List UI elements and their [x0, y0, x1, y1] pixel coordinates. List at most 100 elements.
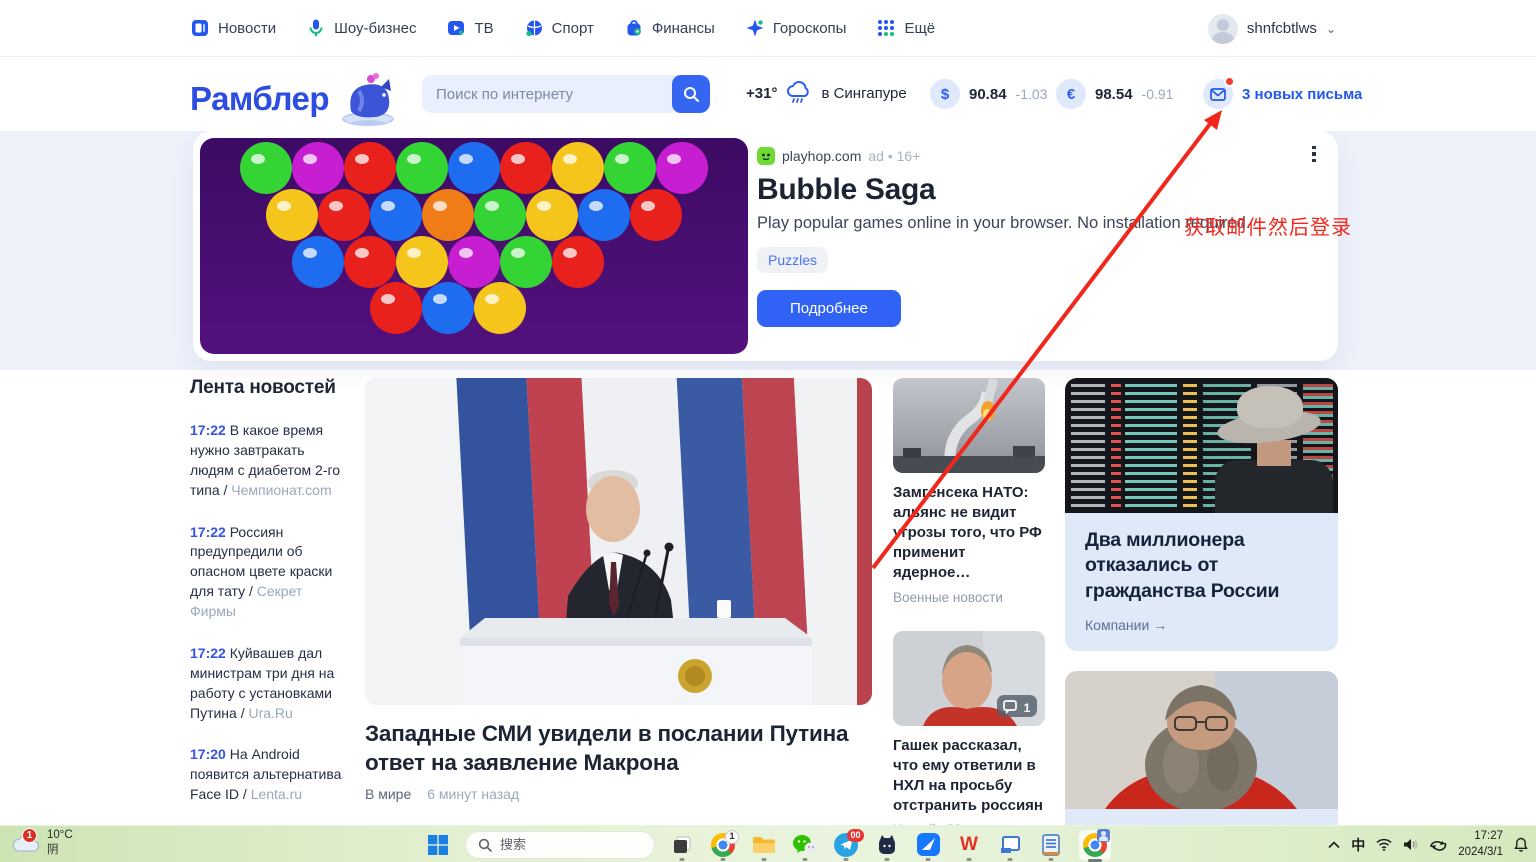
feed-item-source: Lenta.ru [251, 786, 302, 802]
sport-ball-icon [524, 18, 544, 38]
news-feed-column: Лента новостей 17:22 В какое время нужно… [190, 377, 353, 825]
wifi-icon [1376, 838, 1392, 851]
chrome-taskbar-icon[interactable]: 1 [709, 830, 737, 860]
ime-indicator[interactable]: 中 [1351, 835, 1365, 855]
nato-news-image[interactable] [893, 378, 1045, 473]
file-explorer-icon[interactable] [750, 830, 778, 860]
user-avatar [1208, 14, 1238, 44]
chevron-up-icon [1328, 841, 1340, 849]
ad-title[interactable]: Bubble Saga [757, 173, 1297, 207]
user-name: shnfcbtlws [1247, 20, 1317, 37]
hockey-news-image[interactable]: 1 [893, 631, 1045, 726]
usd-rate[interactable]: $ 90.84 -1.03 [930, 79, 1047, 109]
departure-board-image [1065, 378, 1338, 513]
telegram-taskbar-icon[interactable]: 00 [832, 830, 860, 860]
svg-text:1: 1 [1024, 701, 1031, 715]
chrome-badge: 1 [725, 830, 739, 844]
clock-time: 17:27 [1474, 830, 1503, 842]
taskbar-weather-condition: 阴 [47, 844, 59, 856]
playhop-favicon [757, 147, 775, 165]
envelope-icon [1210, 88, 1226, 101]
nav-item-news[interactable]: Новости [190, 18, 276, 38]
rambler-logo[interactable]: Рамблер [190, 71, 401, 127]
comments-badge: 1 [997, 695, 1037, 717]
start-button[interactable] [424, 830, 452, 860]
horoscope-star-icon [745, 18, 765, 38]
device-sync-tray-icon[interactable] [1429, 838, 1447, 852]
feed-item[interactable]: 17:22 Россиян предупредили об опасном цв… [190, 523, 352, 622]
ad-section: playhop.com ad • 16+ Bubble Saga Play po… [0, 131, 1536, 370]
taskbar-app-icons: 1 00 [424, 826, 1112, 862]
wps-w-icon: W [960, 834, 978, 856]
taskbar-search-input[interactable] [500, 837, 620, 852]
search-input[interactable] [422, 86, 672, 103]
wps-office-icon[interactable]: W [955, 830, 983, 860]
tray-expand-button[interactable] [1328, 841, 1340, 849]
user-menu[interactable]: shnfcbtlws ⌄ [1208, 0, 1336, 57]
ad-card: playhop.com ad • 16+ Bubble Saga Play po… [193, 131, 1338, 361]
notepad-app-icon[interactable] [1037, 830, 1065, 860]
taskbar-weather-widget[interactable]: 1 10°C 阴 [10, 828, 73, 858]
feed-item[interactable]: 17:22 В какое время нужно завтракать люд… [190, 421, 352, 501]
wechat-icon [792, 833, 818, 857]
ad-options-menu[interactable] [1304, 141, 1324, 167]
taskbar-clock[interactable]: 17:27 2024/3/1 [1458, 829, 1503, 860]
millionaires-title[interactable]: Два миллионера отказались от гражданства… [1085, 528, 1318, 604]
chrome-profile-badge [1097, 829, 1110, 842]
feed-item-time: 17:20 [190, 746, 226, 762]
nav-item-sport[interactable]: Спорт [524, 18, 594, 38]
nav-item-label: Новости [218, 20, 276, 37]
millionaires-card[interactable]: Два миллионера отказались от гражданства… [1065, 378, 1338, 651]
windows-logo-icon [427, 834, 449, 856]
rambler-homepage: Новости Шоу-бизнес ТВ Спорт Финансы Горо… [0, 0, 1536, 862]
notifications-button[interactable] [1514, 837, 1528, 852]
nato-news-category[interactable]: Военные новости [893, 590, 1045, 605]
nav-item-showbiz[interactable]: Шоу-бизнес [306, 18, 416, 38]
wing-app-icon[interactable] [914, 830, 942, 860]
feed-item[interactable]: 17:20 На Android появится альтернатива F… [190, 745, 352, 805]
notepad-icon [1041, 833, 1061, 857]
mail-notification-dot [1224, 76, 1235, 87]
eur-rate[interactable]: € 98.54 -0.91 [1056, 79, 1173, 109]
nav-item-label: Спорт [552, 20, 594, 37]
ad-source-link[interactable]: playhop.com [782, 148, 861, 164]
main-article-image[interactable] [365, 378, 872, 705]
nav-item-more[interactable]: Ещё [876, 18, 935, 38]
nav-item-tv[interactable]: ТВ [446, 18, 493, 38]
ad-cta-button[interactable]: Подробнее [757, 290, 901, 327]
search-icon [478, 838, 492, 852]
hockey-news-title[interactable]: Гашек рассказал, что ему ответили в НХЛ … [893, 736, 1045, 816]
taskbar-search-box[interactable] [465, 831, 655, 859]
main-article-category[interactable]: В мире [365, 786, 411, 802]
chrome-active-window[interactable] [1078, 829, 1112, 861]
weather-widget[interactable]: +31° в Сингапуре [746, 81, 907, 105]
main-article-title[interactable]: Западные СМИ увидели в послании Путина о… [365, 720, 872, 777]
volume-tray-icon[interactable] [1403, 838, 1418, 851]
nav-item-label: Ещё [904, 20, 935, 37]
window-app-icon[interactable] [996, 830, 1024, 860]
mail-icon-circle [1203, 79, 1233, 109]
weather-temp: +31° [746, 85, 777, 102]
mail-widget[interactable]: 3 новых письма [1203, 79, 1362, 109]
nav-item-horoscope[interactable]: Гороскопы [745, 18, 847, 38]
feed-item-time: 17:22 [190, 422, 226, 438]
logo-text: Рамблер [190, 80, 329, 118]
weather-location: в Сингапуре [821, 85, 906, 102]
nato-news-title[interactable]: Замгенсека НАТО: альянс не видит угрозы … [893, 483, 1045, 583]
nav-item-finance[interactable]: Финансы [624, 18, 715, 38]
grid-more-icon [876, 18, 896, 38]
cat-app-icon[interactable] [873, 830, 901, 860]
telegram-badge: 00 [847, 829, 864, 842]
news-column-2: Замгенсека НАТО: альянс не видит угрозы … [893, 378, 1045, 837]
wifi-tray-icon[interactable] [1376, 838, 1392, 851]
search-button[interactable] [672, 75, 710, 113]
ad-tag-puzzles[interactable]: Puzzles [757, 247, 828, 273]
ad-banner-image[interactable] [200, 138, 748, 354]
millionaires-category-link[interactable]: Компании → [1085, 617, 1318, 633]
task-view-button[interactable] [668, 830, 696, 860]
feed-item[interactable]: 17:22 Куйвашев дал министрам три дня на … [190, 644, 352, 724]
system-tray: 中 17:27 2024/3/1 [1328, 826, 1528, 862]
search-icon [683, 86, 700, 103]
bell-icon [1514, 837, 1528, 852]
wechat-taskbar-icon[interactable] [791, 830, 819, 860]
